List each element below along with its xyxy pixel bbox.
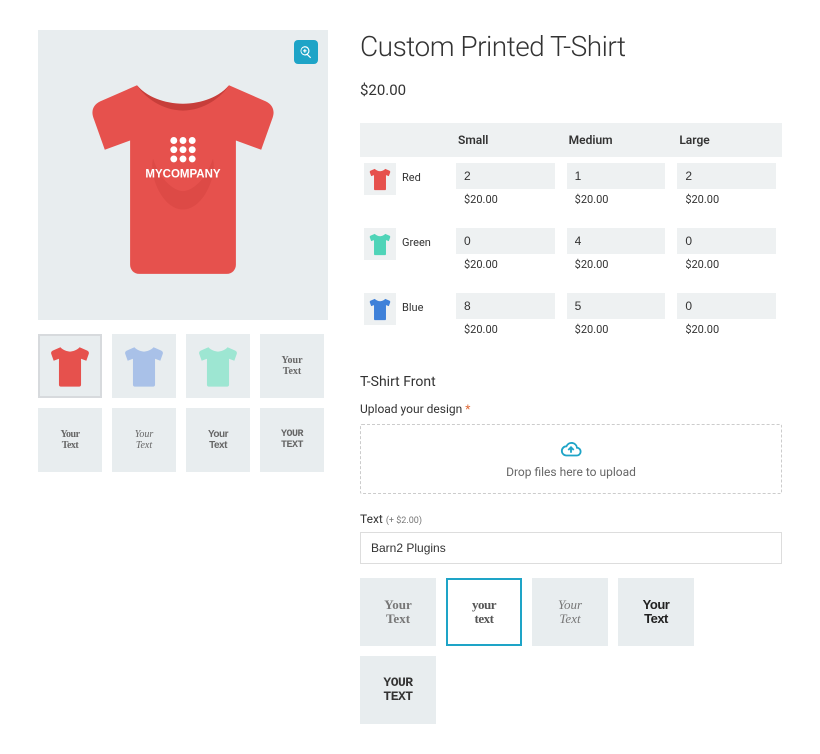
qty-input-green-large[interactable] [677, 228, 776, 254]
font-option-f4[interactable]: YourText [618, 578, 694, 646]
gallery-thumb-5[interactable]: YourText [112, 408, 176, 472]
size-header-small: Small [450, 123, 561, 157]
custom-text-input[interactable] [360, 532, 782, 564]
qty-input-blue-large[interactable] [677, 293, 776, 319]
gallery-thumb-2[interactable] [186, 334, 250, 398]
main-product-image: MYCOMPANY [38, 30, 328, 320]
upload-label: Upload your design * [360, 402, 782, 416]
cell-price: $20.00 [677, 189, 776, 216]
size-header-large: Large [671, 123, 782, 157]
cell-price: $20.00 [456, 189, 555, 216]
cell-price: $20.00 [677, 254, 776, 281]
qty-cell-green-small: $20.00 [450, 222, 561, 287]
font-option-f3[interactable]: YourText [532, 578, 608, 646]
qty-input-red-large[interactable] [677, 163, 776, 189]
qty-cell-red-large: $20.00 [671, 157, 782, 222]
qty-input-blue-small[interactable] [456, 293, 555, 319]
upload-dropzone[interactable]: Drop files here to upload [360, 424, 782, 494]
zoom-icon[interactable] [294, 40, 318, 64]
front-section-heading: T-Shirt Front [360, 374, 782, 390]
color-label-blue: Blue [400, 287, 450, 352]
qty-input-red-medium[interactable] [567, 163, 666, 189]
qty-input-red-small[interactable] [456, 163, 555, 189]
imprint-text: MYCOMPANY [145, 168, 221, 180]
size-header-medium: Medium [561, 123, 672, 157]
gallery-thumb-1[interactable] [112, 334, 176, 398]
dropzone-text: Drop files here to upload [506, 465, 636, 479]
font-option-f2[interactable]: yourtext [446, 578, 522, 646]
gallery-thumb-6[interactable]: YourText [186, 408, 250, 472]
cell-price: $20.00 [567, 254, 666, 281]
cloud-upload-icon [560, 439, 582, 461]
qty-cell-green-medium: $20.00 [561, 222, 672, 287]
gallery-thumb-0[interactable] [38, 334, 102, 398]
gallery-thumb-3[interactable]: YourText [260, 334, 324, 398]
swatch-blue [360, 287, 400, 352]
color-label-green: Green [400, 222, 450, 287]
qty-input-blue-medium[interactable] [567, 293, 666, 319]
variation-table: Small Medium Large Red$20.00$20.00$20.00… [360, 123, 782, 352]
font-option-f1[interactable]: YourText [360, 578, 436, 646]
cell-price: $20.00 [456, 319, 555, 346]
tshirt-illustration: MYCOMPANY [68, 60, 298, 290]
qty-input-green-medium[interactable] [567, 228, 666, 254]
qty-cell-blue-medium: $20.00 [561, 287, 672, 352]
qty-cell-red-small: $20.00 [450, 157, 561, 222]
font-option-f5[interactable]: YOURTEXT [360, 656, 436, 724]
product-price: $20.00 [360, 81, 782, 99]
qty-cell-blue-small: $20.00 [450, 287, 561, 352]
qty-cell-blue-large: $20.00 [671, 287, 782, 352]
cell-price: $20.00 [567, 319, 666, 346]
qty-input-green-small[interactable] [456, 228, 555, 254]
swatch-green [360, 222, 400, 287]
text-field-label: Text (+ $2.00) [360, 512, 782, 526]
product-title: Custom Printed T-Shirt [360, 30, 782, 63]
gallery-thumb-7[interactable]: YourText [260, 408, 324, 472]
product-gallery: MYCOMPANY YourTextYourTextYourTextYourTe… [38, 30, 328, 472]
variation-header-row: Small Medium Large [360, 123, 782, 157]
qty-cell-red-medium: $20.00 [561, 157, 672, 222]
gallery-thumb-4[interactable]: YourText [38, 408, 102, 472]
qty-cell-green-large: $20.00 [671, 222, 782, 287]
swatch-red [360, 157, 400, 222]
cell-price: $20.00 [677, 319, 776, 346]
cell-price: $20.00 [567, 189, 666, 216]
color-label-red: Red [400, 157, 450, 222]
cell-price: $20.00 [456, 254, 555, 281]
